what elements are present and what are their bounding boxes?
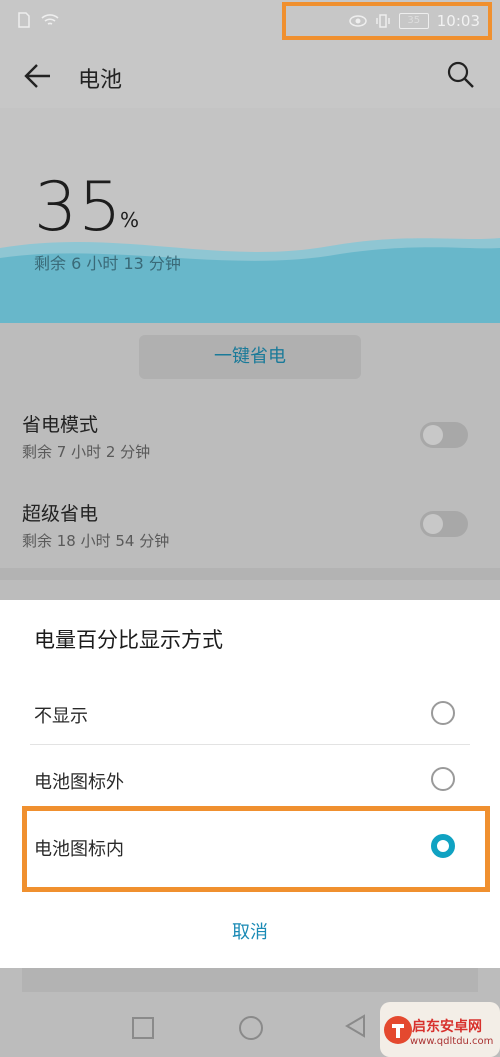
super-save-title: 超级省电 <box>22 503 99 525</box>
remaining-time: 剩余 6 小时 13 分钟 <box>34 254 181 273</box>
back-arrow-icon[interactable] <box>22 60 54 92</box>
one-key-save-button[interactable]: 一键省电 <box>139 335 361 379</box>
option-outside-label[interactable]: 电池图标外 <box>34 768 124 794</box>
eye-comfort-icon <box>349 15 367 27</box>
home-icon[interactable] <box>239 1016 263 1040</box>
battery-hero: 35 % 剩余 6 小时 13 分钟 <box>0 108 500 323</box>
wifi-icon <box>41 14 59 25</box>
status-time: 10:03 <box>436 12 480 30</box>
dialog-title: 电量百分比显示方式 <box>34 628 223 652</box>
sim-icon <box>18 12 30 28</box>
option-hide-radio[interactable] <box>431 701 455 725</box>
super-save-toggle[interactable] <box>420 511 468 537</box>
section-divider <box>0 568 500 580</box>
watermark-url: www.qdltdu.com <box>410 1036 494 1047</box>
nav-back-icon[interactable] <box>344 1014 366 1038</box>
percent-display-dialog: 电量百分比显示方式 不显示 电池图标外 电池图标内 <box>0 600 500 968</box>
power-save-mode-subtitle: 剩余 7 小时 2 分钟 <box>22 443 151 461</box>
watermark-brand: 启东安卓网 <box>412 1019 482 1035</box>
vibrate-icon <box>376 14 390 28</box>
battery-percent: 35 <box>34 168 123 247</box>
page-title: 电池 <box>78 68 123 93</box>
search-icon[interactable] <box>446 60 476 90</box>
percent-sign: % <box>120 208 140 232</box>
app-header: 电池 <box>0 44 500 108</box>
super-save-subtitle: 剩余 18 小时 54 分钟 <box>22 532 170 550</box>
battery-icon: 35 <box>398 13 429 29</box>
power-save-mode-toggle[interactable] <box>420 422 468 448</box>
status-left-icons <box>18 12 60 28</box>
status-bar: 35 10:03 <box>0 0 500 44</box>
background-card <box>22 968 478 992</box>
option-divider <box>30 744 470 745</box>
option-hide-label[interactable]: 不显示 <box>34 702 88 728</box>
option-outside-radio[interactable] <box>431 767 455 791</box>
recent-apps-icon[interactable] <box>132 1017 154 1039</box>
power-save-mode-title: 省电模式 <box>22 414 99 436</box>
status-right-highlight: 35 10:03 <box>282 2 492 40</box>
selected-option-highlight <box>22 806 490 892</box>
cancel-button[interactable]: 取消 <box>0 918 500 944</box>
